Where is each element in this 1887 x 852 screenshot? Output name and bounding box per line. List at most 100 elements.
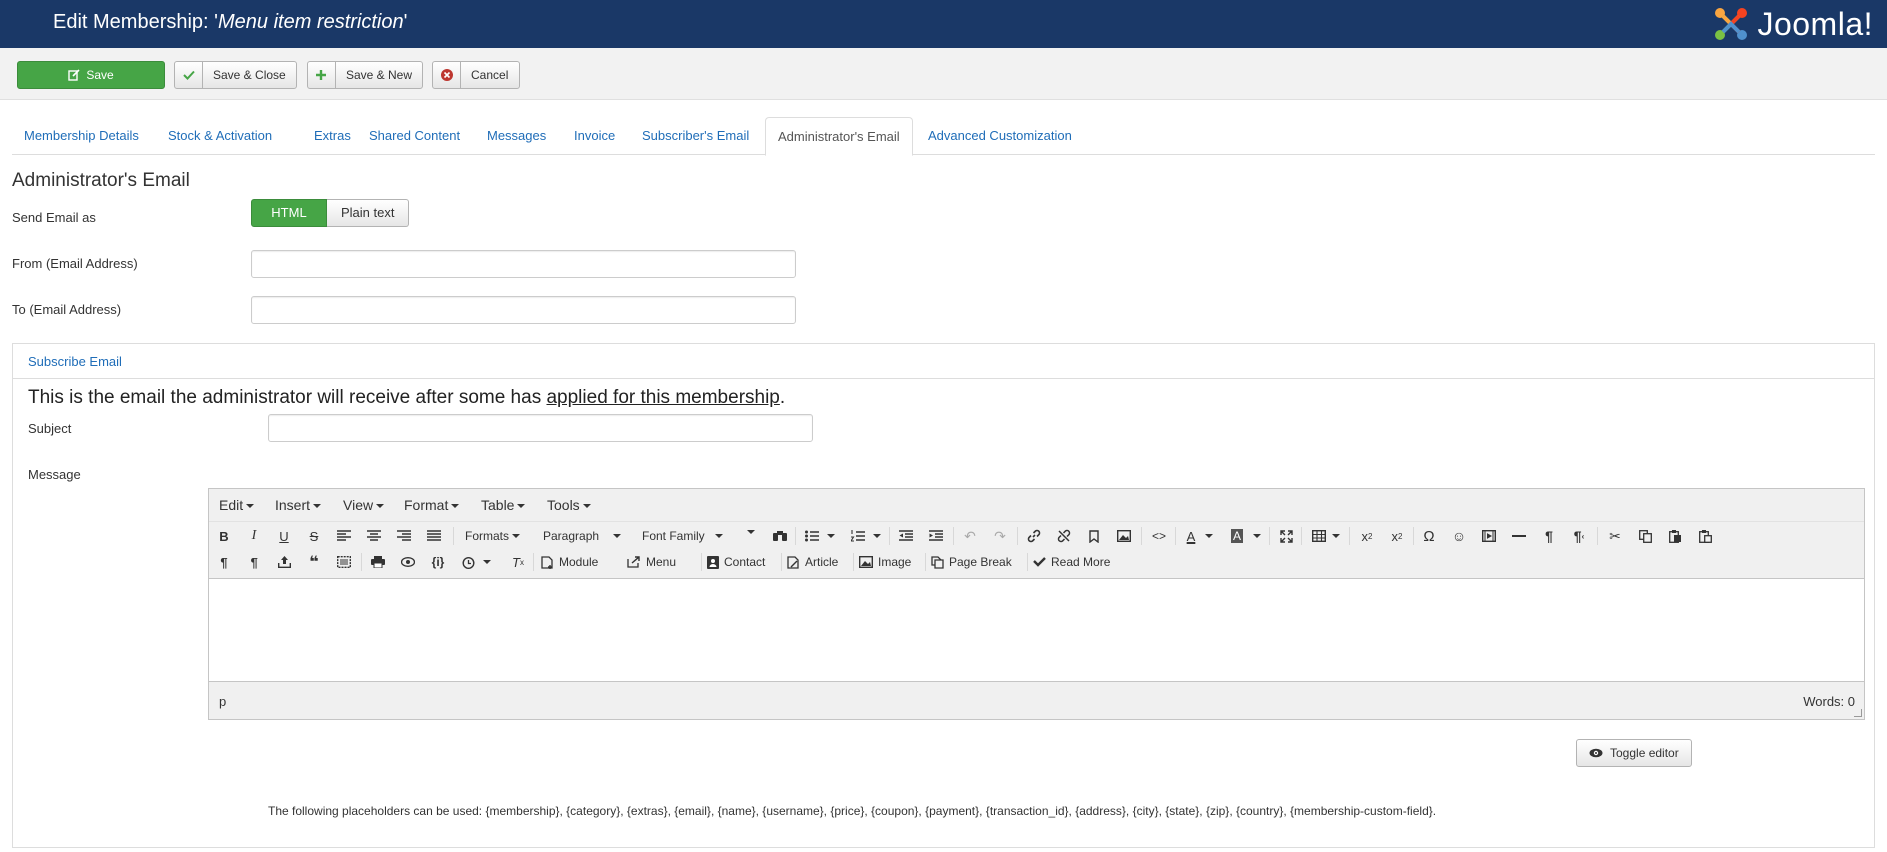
link-icon[interactable] <box>1025 526 1043 546</box>
toolbar-separator <box>795 527 796 545</box>
text-color-icon[interactable]: A <box>1183 526 1217 546</box>
background-color-icon[interactable]: A <box>1229 526 1263 546</box>
save-button[interactable]: Save <box>17 61 165 89</box>
to-email-label: To (Email Address) <box>12 302 122 317</box>
upload-icon[interactable] <box>275 552 293 572</box>
emoticons-icon[interactable]: ☺ <box>1449 526 1469 546</box>
tab-administrators-email[interactable]: Administrator's Email <box>765 117 913 156</box>
joomla-brand-text: Joomla! <box>1757 5 1873 42</box>
caret-down-icon <box>376 504 385 509</box>
superscript-icon[interactable]: x2 <box>1387 526 1407 546</box>
insert-module-button[interactable]: Module <box>541 552 598 572</box>
font-size-caret-icon[interactable] <box>743 522 755 542</box>
insert-menu-button[interactable]: Menu <box>627 552 676 572</box>
caret-down-icon <box>1253 534 1261 538</box>
code-icon[interactable]: <> <box>1149 526 1169 546</box>
menu-format[interactable]: Format <box>404 497 460 513</box>
insert-page-break-button[interactable]: Page Break <box>931 552 1012 572</box>
toolbar-separator <box>1175 527 1176 545</box>
panel-title[interactable]: Subscribe Email <box>28 354 122 369</box>
nonbreaking-icon[interactable]: ¶ <box>245 552 263 572</box>
align-center-icon[interactable] <box>365 526 383 546</box>
tab-invoice[interactable]: Invoice <box>562 117 627 155</box>
toolbar-separator <box>1027 553 1028 571</box>
caret-down-icon <box>1332 534 1340 538</box>
formats-dropdown[interactable]: Formats <box>465 526 521 546</box>
insert-image-icon[interactable] <box>1115 526 1133 546</box>
menu-edit[interactable]: Edit <box>219 497 255 513</box>
menu-tools[interactable]: Tools <box>547 497 591 513</box>
template-icon[interactable]: {i} <box>429 552 447 572</box>
ltr-icon[interactable]: ¶ <box>1539 526 1559 546</box>
tab-shared-content[interactable]: Shared Content <box>357 117 472 155</box>
media-icon[interactable] <box>1479 526 1499 546</box>
underline-icon[interactable]: U <box>275 526 293 546</box>
tab-messages[interactable]: Messages <box>475 117 558 155</box>
send-as-plain-text-button[interactable]: Plain text <box>327 199 410 227</box>
blockquote-icon[interactable]: ❝ <box>305 552 323 572</box>
insert-article-button[interactable]: Article <box>787 552 838 572</box>
tab-membership-details[interactable]: Membership Details <box>12 117 151 155</box>
insert-datetime-icon[interactable] <box>459 552 493 572</box>
menu-view[interactable]: View <box>343 497 385 513</box>
toolbar-separator <box>953 527 954 545</box>
edit-icon <box>68 62 80 88</box>
horizontal-rule-icon[interactable] <box>1509 526 1529 546</box>
tab-extras[interactable]: Extras <box>302 117 363 155</box>
editor-content-area[interactable] <box>209 580 1864 680</box>
table-icon[interactable] <box>1309 526 1343 546</box>
italic-icon[interactable]: I <box>245 526 263 546</box>
paste-text-icon[interactable] <box>1695 526 1715 546</box>
bullet-list-icon[interactable] <box>803 526 837 546</box>
rtl-icon[interactable]: ¶ ‹ <box>1569 526 1589 546</box>
element-path[interactable]: p <box>219 694 226 709</box>
paragraph-dropdown[interactable]: Paragraph <box>543 526 622 546</box>
redo-icon[interactable]: ↷ <box>991 526 1009 546</box>
panel-intro-text: This is the email the administrator will… <box>28 387 785 409</box>
special-character-icon[interactable]: Ω <box>1419 526 1439 546</box>
editor-statusbar: p Words: 0 <box>209 681 1864 719</box>
save-new-button[interactable]: Save & New <box>307 61 423 89</box>
tab-advanced-customization[interactable]: Advanced Customization <box>916 117 1084 155</box>
font-family-dropdown[interactable]: Font Family <box>642 526 723 546</box>
numbered-list-icon[interactable] <box>849 526 883 546</box>
undo-icon[interactable]: ↶ <box>961 526 979 546</box>
bookmark-icon[interactable] <box>1085 526 1103 546</box>
toolbar-separator <box>1269 527 1270 545</box>
menu-insert[interactable]: Insert <box>275 497 322 513</box>
subject-input[interactable] <box>268 414 813 442</box>
resize-handle-icon[interactable] <box>1854 709 1862 717</box>
align-left-icon[interactable] <box>335 526 353 546</box>
unlink-icon[interactable] <box>1055 526 1073 546</box>
paste-icon[interactable] <box>1665 526 1685 546</box>
cancel-button[interactable]: Cancel <box>432 61 520 89</box>
tab-stock-activation[interactable]: Stock & Activation <box>156 117 284 155</box>
outdent-icon[interactable] <box>897 526 915 546</box>
align-justify-icon[interactable] <box>425 526 443 546</box>
menu-table[interactable]: Table <box>481 497 526 513</box>
insert-contact-button[interactable]: Contact <box>707 552 765 572</box>
toggle-editor-button[interactable]: Toggle editor <box>1576 739 1692 767</box>
preview-icon[interactable] <box>399 552 417 572</box>
subscript-icon[interactable]: x2 <box>1357 526 1377 546</box>
to-email-input[interactable] <box>251 296 796 324</box>
tab-subscribers-email[interactable]: Subscriber's Email <box>630 117 761 155</box>
article-label: Article <box>805 555 839 569</box>
align-right-icon[interactable] <box>395 526 413 546</box>
bold-icon[interactable]: B <box>215 526 233 546</box>
paragraph-mark-icon[interactable]: ¶ <box>215 552 233 572</box>
fullscreen-icon[interactable] <box>1277 526 1295 546</box>
clear-formatting-icon[interactable]: Tx <box>509 552 527 572</box>
indent-icon[interactable] <box>927 526 945 546</box>
cut-icon[interactable]: ✂ <box>1605 526 1625 546</box>
copy-icon[interactable] <box>1635 526 1655 546</box>
from-email-input[interactable] <box>251 250 796 278</box>
save-close-button[interactable]: Save & Close <box>174 61 297 89</box>
find-replace-icon[interactable] <box>771 526 789 546</box>
strikethrough-icon[interactable]: S <box>305 526 323 546</box>
insert-image-button[interactable]: Image <box>859 552 911 572</box>
send-as-html-button[interactable]: HTML <box>251 199 327 227</box>
visual-blocks-icon[interactable] <box>335 552 353 572</box>
insert-read-more-button[interactable]: Read More <box>1033 552 1110 572</box>
print-icon[interactable] <box>369 552 387 572</box>
